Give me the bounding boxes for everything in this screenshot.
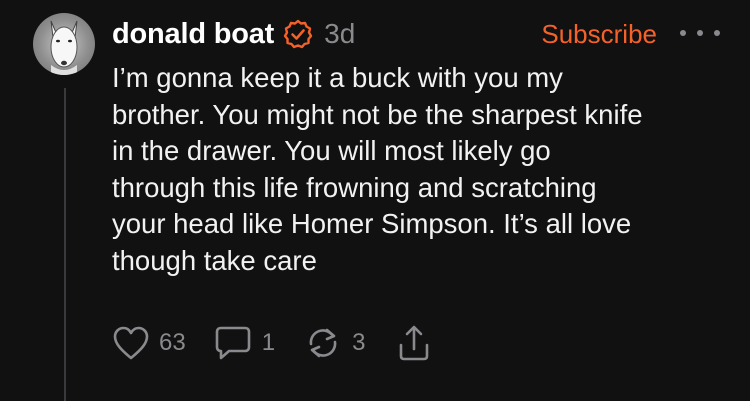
post-header: donald boat 3d Subscribe: [112, 12, 750, 56]
repost-icon: [309, 328, 337, 358]
more-dots-icon[interactable]: [680, 18, 720, 48]
share-icon: [400, 325, 429, 361]
share-button[interactable]: [395, 323, 433, 363]
verified-check-icon: [283, 19, 313, 49]
more-dot: [680, 30, 686, 36]
like-button[interactable]: 63: [112, 325, 186, 361]
author-name[interactable]: donald boat: [112, 18, 274, 51]
subscribe-button[interactable]: Subscribe: [541, 19, 657, 50]
author-avatar[interactable]: [33, 13, 95, 75]
like-count: 63: [159, 329, 186, 356]
thread-line: [64, 88, 66, 401]
repost-button[interactable]: 3: [303, 324, 365, 362]
comment-icon: [215, 326, 251, 360]
post-timestamp: 3d: [324, 18, 356, 49]
post-text: I’m gonna keep it a buck with you my bro…: [112, 62, 643, 276]
heart-icon: [113, 326, 149, 360]
bull-terrier-avatar-icon: [50, 20, 78, 75]
post-actions: 63 1 3: [112, 322, 433, 364]
more-dot: [697, 30, 703, 36]
reply-count: 1: [261, 329, 276, 356]
more-dot: [714, 30, 720, 36]
repost-count: 3: [352, 329, 366, 356]
reply-button[interactable]: 1: [213, 324, 275, 362]
